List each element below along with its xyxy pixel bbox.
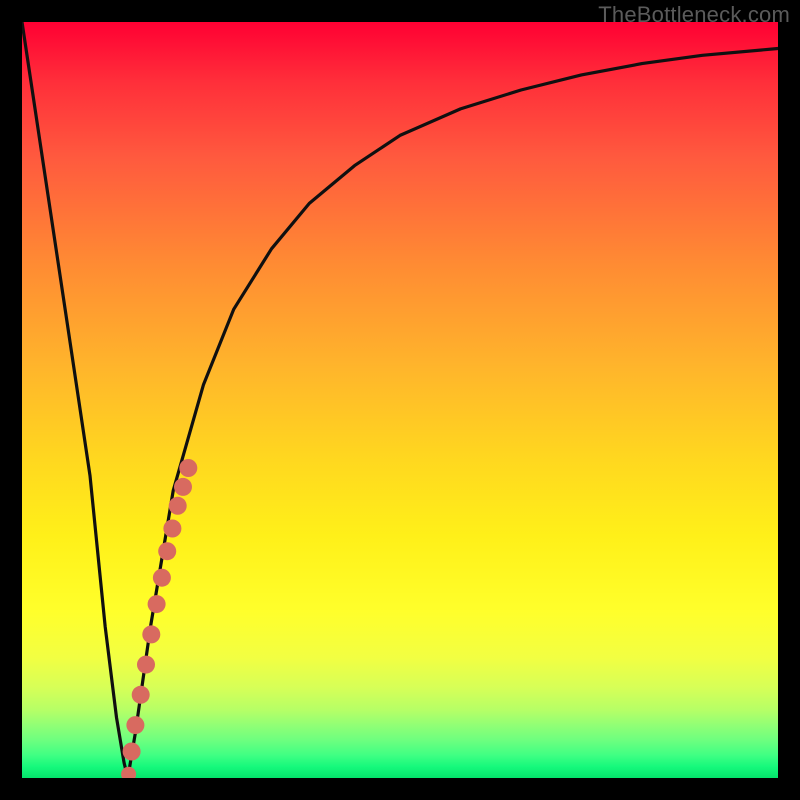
plot-area bbox=[22, 22, 778, 778]
chart-frame: TheBottleneck.com bbox=[0, 0, 800, 800]
highlight-dot bbox=[153, 569, 171, 587]
highlight-dots bbox=[121, 459, 197, 778]
curve-layer bbox=[22, 22, 778, 778]
highlight-dot bbox=[137, 656, 155, 674]
highlight-dot bbox=[174, 478, 192, 496]
highlight-dot bbox=[142, 625, 160, 643]
highlight-dot bbox=[148, 595, 166, 613]
highlight-dot bbox=[123, 743, 141, 761]
highlight-dot bbox=[179, 459, 197, 477]
highlight-dot bbox=[169, 497, 187, 515]
bottleneck-curve bbox=[22, 22, 778, 778]
highlight-dot bbox=[163, 520, 181, 538]
watermark-text: TheBottleneck.com bbox=[598, 2, 790, 28]
highlight-dot bbox=[132, 686, 150, 704]
highlight-dot bbox=[121, 767, 136, 778]
highlight-dot bbox=[158, 542, 176, 560]
highlight-dot bbox=[126, 716, 144, 734]
